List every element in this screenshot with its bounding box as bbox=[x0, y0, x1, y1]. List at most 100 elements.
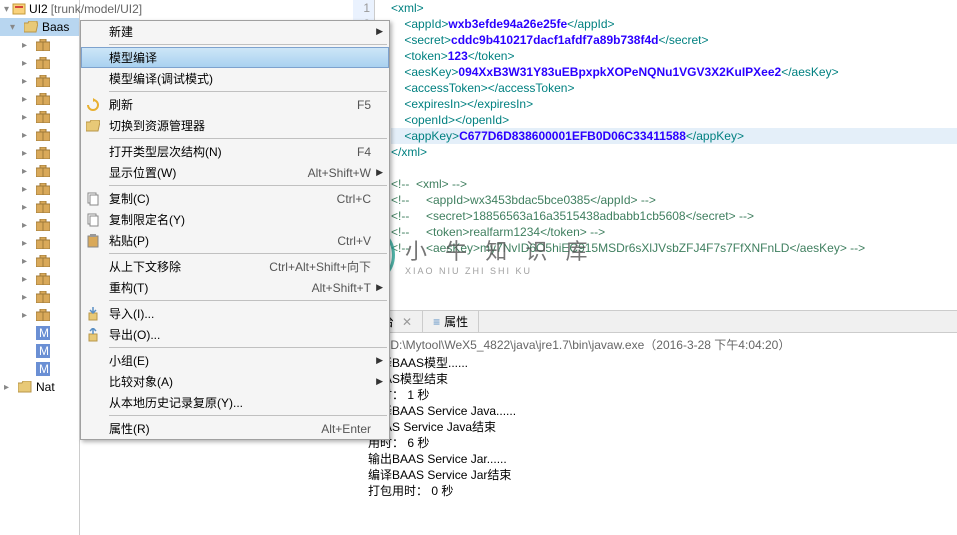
properties-icon: ≡ bbox=[433, 315, 440, 329]
menu-item[interactable]: 属性(R) Alt+Enter bbox=[81, 418, 389, 439]
copy-icon bbox=[83, 191, 103, 207]
code-line[interactable]: <expiresIn></expiresIn> bbox=[391, 96, 957, 112]
code-line[interactable]: <aesKey>094XxB3W31Y83uEBpxpkXOPeNQNu1VGV… bbox=[391, 64, 957, 80]
menu-separator bbox=[109, 138, 387, 139]
tree-item[interactable]: ▸ bbox=[0, 234, 79, 252]
menu-item[interactable]: 刷新 F5 bbox=[81, 94, 389, 115]
menu-item[interactable]: 模型编译(调试模式) bbox=[81, 68, 389, 89]
code-line[interactable] bbox=[391, 160, 957, 176]
expand-arrow-icon[interactable]: ▸ bbox=[4, 382, 14, 393]
code-line[interactable]: <!-- <token>realfarm1234</token> --> bbox=[391, 224, 957, 240]
expand-arrow-icon[interactable]: ▸ bbox=[22, 76, 32, 87]
menu-item[interactable]: 打开类型层次结构(N) F4 bbox=[81, 141, 389, 162]
menu-item[interactable]: 粘贴(P) Ctrl+V bbox=[81, 230, 389, 251]
menu-item[interactable]: 显示位置(W) Alt+Shift+W ▶ bbox=[81, 162, 389, 183]
expand-arrow-icon[interactable]: ▾ bbox=[10, 22, 20, 33]
submenu-arrow-icon: ▶ bbox=[376, 26, 383, 37]
tree-item[interactable]: M bbox=[0, 324, 79, 342]
expand-arrow-icon[interactable]: ▸ bbox=[22, 256, 32, 267]
menu-item[interactable]: 小组(E) ▶ bbox=[81, 350, 389, 371]
expand-arrow-icon[interactable]: ▸ bbox=[22, 202, 32, 213]
tree-item[interactable]: ▸ bbox=[0, 90, 79, 108]
menu-label: 粘贴(P) bbox=[109, 232, 337, 249]
expand-arrow-icon[interactable]: ▸ bbox=[22, 292, 32, 303]
code-editor[interactable]: 12345678910111213141516 <xml> <appId>wxb… bbox=[353, 0, 957, 300]
pkg-icon bbox=[35, 199, 51, 215]
blank-icon bbox=[83, 280, 103, 296]
menu-item[interactable]: 切换到资源管理器 bbox=[81, 115, 389, 136]
menu-separator bbox=[109, 415, 387, 416]
tree-item[interactable]: M bbox=[0, 360, 79, 378]
code-line[interactable]: <token>123</token> bbox=[391, 48, 957, 64]
menu-item[interactable]: 新建 ▶ bbox=[81, 21, 389, 42]
tree-item[interactable]: ▸ bbox=[0, 126, 79, 144]
close-icon[interactable]: ✕ bbox=[402, 315, 412, 329]
code-line[interactable]: <!-- <xml> --> bbox=[391, 176, 957, 192]
tree-item[interactable]: ▸ bbox=[0, 108, 79, 126]
submenu-arrow-icon: ▶ bbox=[376, 376, 383, 387]
menu-separator bbox=[109, 347, 387, 348]
menu-item[interactable]: 比较对象(A) ▶ bbox=[81, 371, 389, 392]
svg-text:M: M bbox=[39, 362, 49, 376]
pkg-icon bbox=[35, 289, 51, 305]
tree-item[interactable]: ▸ bbox=[0, 162, 79, 180]
expand-arrow-icon[interactable]: ▸ bbox=[22, 166, 32, 177]
expand-arrow-icon[interactable]: ▸ bbox=[22, 274, 32, 285]
expand-arrow-icon[interactable]: ▾ bbox=[4, 4, 9, 15]
tree-label: UI2 bbox=[29, 2, 48, 16]
expand-arrow-icon[interactable]: ▸ bbox=[22, 112, 32, 123]
expand-arrow-icon[interactable]: ▸ bbox=[22, 58, 32, 69]
expand-arrow-icon[interactable]: ▸ bbox=[22, 310, 32, 321]
expand-arrow-icon[interactable]: ▸ bbox=[22, 94, 32, 105]
tree-item[interactable]: ▸ bbox=[0, 198, 79, 216]
menu-label: 打开类型层次结构(N) bbox=[109, 143, 357, 160]
m-icon: M bbox=[35, 343, 51, 359]
expand-arrow-icon[interactable]: ▸ bbox=[22, 130, 32, 141]
submenu-arrow-icon: ▶ bbox=[376, 282, 383, 293]
code-line[interactable]: <openId></openId> bbox=[391, 112, 957, 128]
tree-item[interactable]: ▸ bbox=[0, 144, 79, 162]
expand-arrow-icon[interactable]: ▸ bbox=[22, 238, 32, 249]
menu-item[interactable]: 从本地历史记录复原(Y)... bbox=[81, 392, 389, 413]
code-line[interactable]: <xml> bbox=[391, 0, 957, 16]
menu-item[interactable]: 复制限定名(Y) bbox=[81, 209, 389, 230]
tree-item[interactable]: ▸Nat bbox=[0, 378, 79, 396]
tree-item[interactable]: ▸ bbox=[0, 216, 79, 234]
tree-item[interactable]: ▸ bbox=[0, 306, 79, 324]
menu-item[interactable]: 重构(T) Alt+Shift+T ▶ bbox=[81, 277, 389, 298]
tree-item[interactable]: ▸ bbox=[0, 54, 79, 72]
menu-item[interactable]: 模型编译 bbox=[81, 47, 389, 68]
code-line[interactable]: <!-- <secret>18856563a16a3515438adbabb1c… bbox=[391, 208, 957, 224]
code-line[interactable]: <appKey>C677D6D838600001EFB0D06C33411588… bbox=[391, 128, 957, 144]
tree-item[interactable]: ▸ bbox=[0, 288, 79, 306]
console-output[interactable]: 止> D:\Mytool\WeX5_4822\java\jre1.7\bin\j… bbox=[360, 333, 957, 503]
console-line: 打包用时： 0 秒 bbox=[368, 483, 949, 499]
tree-item[interactable]: ▸ bbox=[0, 252, 79, 270]
menu-item[interactable]: 从上下文移除 Ctrl+Alt+Shift+向下 bbox=[81, 256, 389, 277]
menu-separator bbox=[109, 91, 387, 92]
tree-item-baas[interactable]: ▾ Baas bbox=[0, 18, 79, 36]
tree-item[interactable]: ▸ bbox=[0, 270, 79, 288]
expand-arrow-icon[interactable]: ▸ bbox=[22, 148, 32, 159]
menu-item[interactable]: 复制(C) Ctrl+C bbox=[81, 188, 389, 209]
menu-item[interactable]: 导入(I)... bbox=[81, 303, 389, 324]
expand-arrow-icon[interactable]: ▸ bbox=[22, 40, 32, 51]
expand-arrow-icon[interactable]: ▸ bbox=[22, 220, 32, 231]
code-line[interactable]: <!-- <appId>wx3453bdac5bce0385</appId> -… bbox=[391, 192, 957, 208]
code-line[interactable]: <appId>wxb3efde94a26e25fe</appId> bbox=[391, 16, 957, 32]
menu-item[interactable]: 导出(O)... bbox=[81, 324, 389, 345]
tab-properties[interactable]: ≡属性 bbox=[423, 311, 479, 332]
code-line[interactable]: <!-- <aesKey>my7NvID6O5hiEC915MSDr6sXlJV… bbox=[391, 240, 957, 256]
expand-arrow-icon[interactable]: ▸ bbox=[22, 184, 32, 195]
menu-shortcut: Alt+Shift+T bbox=[312, 281, 371, 295]
tree-item-ui2[interactable]: ▾ UI2 [trunk/model/UI2] bbox=[0, 0, 79, 18]
code-line[interactable]: <accessToken></accessToken> bbox=[391, 80, 957, 96]
code-line[interactable]: </xml> bbox=[391, 144, 957, 160]
tree-item[interactable]: ▸ bbox=[0, 180, 79, 198]
code-line[interactable]: <secret>cddc9b410217dacf1afdf7a89b738f4d… bbox=[391, 32, 957, 48]
import-icon bbox=[83, 306, 103, 322]
tree-item[interactable]: M bbox=[0, 342, 79, 360]
tree-item[interactable]: ▸ bbox=[0, 36, 79, 54]
m-icon: M bbox=[35, 325, 51, 341]
tree-item[interactable]: ▸ bbox=[0, 72, 79, 90]
